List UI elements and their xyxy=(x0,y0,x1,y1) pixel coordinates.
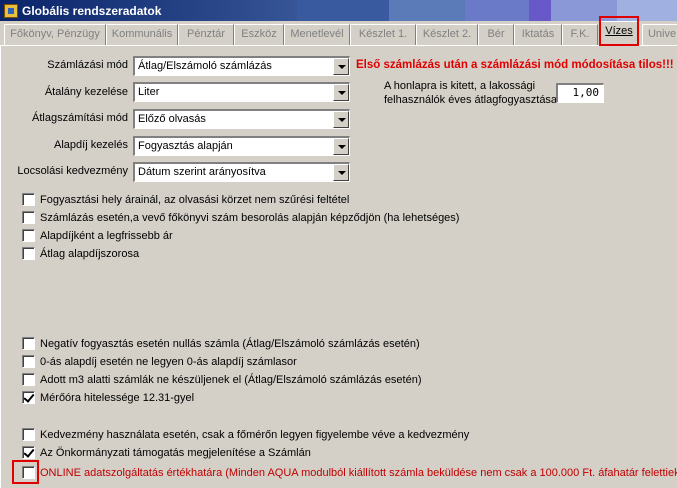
szamlazasi-mod-label: Számlázási mód xyxy=(47,59,128,71)
checkbox-box[interactable] xyxy=(22,211,35,224)
avg-consumption-input[interactable]: 1,00 xyxy=(556,83,604,103)
chevron-down-icon[interactable] xyxy=(333,84,349,101)
atalany-kezelese-label: Átalány kezelése xyxy=(44,86,128,98)
tab-kommunalis[interactable]: Kommunális xyxy=(106,24,178,45)
checkbox-online-highlight xyxy=(12,460,39,484)
locsolasi-kedvezmeny-select[interactable]: Dátum szerint arányosítva xyxy=(133,162,350,182)
app-icon xyxy=(4,3,18,18)
checkbox-box[interactable] xyxy=(22,355,35,368)
checkbox-label: ONLINE adatszolgáltatás értékhatára (Min… xyxy=(40,466,677,479)
checkbox-label: Adott m3 alatti számlák ne készüljenek e… xyxy=(40,373,422,386)
checkbox-box[interactable] xyxy=(22,229,35,242)
checkbox-box[interactable] xyxy=(22,428,35,441)
chevron-down-icon[interactable] xyxy=(333,58,349,75)
checkbox-label: Az Önkormányzati támogatás megjelenítése… xyxy=(40,446,311,459)
checkbox-label: Negatív fogyasztás esetén nullás számla … xyxy=(40,337,420,350)
tab-unive[interactable]: Unive xyxy=(642,24,677,45)
tab-fokonyv-penzugy[interactable]: Főkönyv, Pénzügy xyxy=(4,24,106,45)
tab-fk[interactable]: F.K. xyxy=(562,24,598,45)
checkbox-label: Átlag alapdíjszorosa xyxy=(40,247,140,260)
atlagszamitasi-mod-label: Átlagszámítási mód xyxy=(32,112,128,124)
checkbox-atlag-alapdij[interactable]: Átlag alapdíjszorosa xyxy=(22,247,139,260)
checkbox-box[interactable] xyxy=(22,247,35,260)
chevron-down-icon[interactable] xyxy=(333,164,349,181)
checkbox-box[interactable] xyxy=(22,337,35,350)
locsolasi-kedvezmeny-label: Locsolási kedvezmény xyxy=(17,165,128,177)
checkbox-alapdijkent[interactable]: Alapdíjként a legfrissebb ár xyxy=(22,229,173,242)
checkbox-box-checked[interactable] xyxy=(22,391,35,404)
checkbox-label: 0-ás alapdíj esetén ne legyen 0-ás alapd… xyxy=(40,355,297,368)
checkbox-box[interactable] xyxy=(22,373,35,386)
window-title: Globális rendszeradatok xyxy=(22,3,162,18)
alapdij-kezeles-select[interactable]: Fogyasztás alapján xyxy=(133,136,350,156)
avg-consumption-label-line1: A honlapra is kitett, a lakossági xyxy=(384,80,536,92)
checkbox-fogyasztasi-hely[interactable]: Fogyasztási hely árainál, az olvasási kö… xyxy=(22,193,349,206)
checkbox-adott-m3[interactable]: Adott m3 alatti számlák ne készüljenek e… xyxy=(22,373,422,386)
checkbox-label: Számlázás esetén,a vevő főkönyvi szám be… xyxy=(40,211,460,224)
checkbox-merooora[interactable]: Mérőóra hitelessége 12.31-gyel xyxy=(22,391,194,404)
checkbox-szamlazas-vevo[interactable]: Számlázás esetén,a vevő főkönyvi szám be… xyxy=(22,211,459,224)
checkbox-box[interactable] xyxy=(22,193,35,206)
avg-consumption-label: A honlapra is kitett, a lakossági felhas… xyxy=(384,79,557,107)
atlagszamitasi-mod-select[interactable]: Előző olvasás xyxy=(133,109,350,129)
alapdij-kezeles-value: Fogyasztás alapján xyxy=(138,140,233,152)
tab-menetlevel[interactable]: Menetlevél xyxy=(284,24,350,45)
tab-strip: Főkönyv, Pénzügy Kommunális Pénztár Eszk… xyxy=(0,21,677,46)
tab-vizes-highlight xyxy=(599,16,639,46)
checkbox-nulla-alapdij[interactable]: 0-ás alapdíj esetén ne legyen 0-ás alapd… xyxy=(22,355,297,368)
tab-iktatas[interactable]: Iktatás xyxy=(514,24,562,45)
tab-keszlet-2[interactable]: Készlet 2. xyxy=(416,24,478,45)
checkbox-negativ[interactable]: Negatív fogyasztás esetén nullás számla … xyxy=(22,337,420,350)
checkbox-label: Fogyasztási hely árainál, az olvasási kö… xyxy=(40,193,350,206)
chevron-down-icon[interactable] xyxy=(333,111,349,128)
tab-penztar[interactable]: Pénztár xyxy=(178,24,234,45)
szamlazasi-mod-value: Átlag/Elszámoló számlázás xyxy=(138,60,272,72)
tab-ber[interactable]: Bér xyxy=(478,24,514,45)
title-bar: Globális rendszeradatok xyxy=(0,0,677,21)
checkbox-label: Kedvezmény használata esetén, csak a főm… xyxy=(40,428,470,441)
checkbox-box-checked[interactable] xyxy=(22,446,35,459)
atalany-kezelese-select[interactable]: Liter xyxy=(133,82,350,102)
checkbox-kedvezmeny[interactable]: Kedvezmény használata esetén, csak a főm… xyxy=(22,428,469,441)
avg-consumption-label-line2: felhasználók éves átlagfogyasztása xyxy=(384,94,558,106)
chevron-down-icon[interactable] xyxy=(333,138,349,155)
alapdij-kezeles-label: Alapdíj kezelés xyxy=(54,139,128,151)
szamlazasi-mod-select[interactable]: Átlag/Elszámoló számlázás xyxy=(133,56,350,76)
billing-mode-warning: Első számlázás után a számlázási mód mód… xyxy=(356,59,674,71)
atalany-kezelese-value: Liter xyxy=(138,86,160,98)
checkbox-onkormanyzati[interactable]: Az Önkormányzati támogatás megjelenítése… xyxy=(22,446,311,459)
checkbox-online[interactable]: ONLINE adatszolgáltatás értékhatára (Min… xyxy=(22,466,677,479)
atlagszamitasi-mod-value: Előző olvasás xyxy=(138,113,206,125)
checkbox-label: Alapdíjként a legfrissebb ár xyxy=(40,229,173,242)
locsolasi-kedvezmeny-value: Dátum szerint arányosítva xyxy=(138,166,266,178)
checkbox-label: Mérőóra hitelessége 12.31-gyel xyxy=(40,391,195,404)
tab-eszkoz[interactable]: Eszköz xyxy=(234,24,284,45)
tab-keszlet-1[interactable]: Készlet 1. xyxy=(350,24,416,45)
